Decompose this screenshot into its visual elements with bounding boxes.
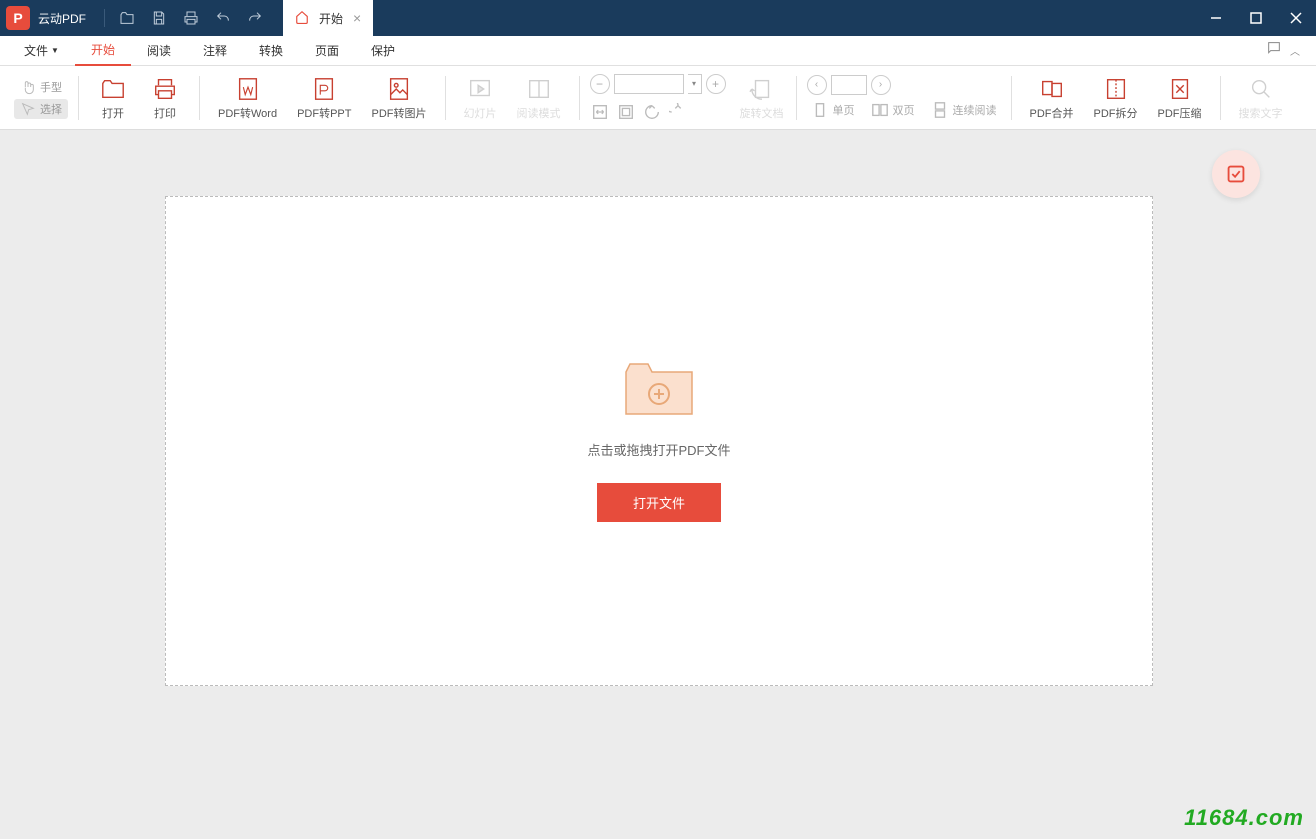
- zoom-input[interactable]: [614, 74, 684, 94]
- feedback-icon[interactable]: [1266, 40, 1282, 61]
- ribbon-toolbar: 手型 选择 打开 打印 PDF转Word PDF转PPT PDF转图片: [0, 66, 1316, 130]
- menu-read[interactable]: 阅读: [131, 36, 187, 66]
- floating-action-button[interactable]: [1212, 150, 1260, 198]
- double-page-button[interactable]: 双页: [867, 99, 919, 121]
- search-text-button: 搜索文字: [1231, 71, 1291, 125]
- select-tool[interactable]: 选择: [14, 99, 68, 119]
- page-navigation: ‹ ›: [807, 75, 891, 95]
- drop-zone-text: 点击或拖拽打开PDF文件: [587, 440, 730, 459]
- rotate-doc-button: 旋转文档: [732, 71, 792, 125]
- print-button[interactable]: 打印: [141, 71, 189, 125]
- single-page-button[interactable]: 单页: [807, 99, 859, 121]
- rotate-icon: [748, 75, 776, 103]
- menu-convert[interactable]: 转换: [243, 36, 299, 66]
- pdf-compress-button[interactable]: PDF压缩: [1150, 71, 1210, 125]
- collapse-ribbon-icon[interactable]: ︿: [1290, 43, 1300, 58]
- drop-zone[interactable]: 点击或拖拽打开PDF文件 打开文件: [165, 196, 1153, 686]
- menu-start[interactable]: 开始: [75, 36, 131, 66]
- tab-close-icon[interactable]: ×: [353, 10, 361, 26]
- app-title: 云动PDF: [38, 10, 86, 27]
- word-icon: [234, 75, 262, 103]
- canvas-area: 点击或拖拽打开PDF文件 打开文件 11684.com: [0, 130, 1316, 839]
- continuous-button[interactable]: 连续阅读: [927, 99, 1001, 121]
- print-icon[interactable]: [175, 0, 207, 36]
- watermark: 11684.com: [1184, 805, 1304, 831]
- fit-page-icon[interactable]: [616, 102, 636, 122]
- prev-page-button[interactable]: ‹: [807, 75, 827, 95]
- title-bar: P 云动PDF 开始 ×: [0, 0, 1316, 36]
- pdf-merge-button[interactable]: PDF合并: [1022, 71, 1082, 125]
- folder-open-icon[interactable]: [111, 0, 143, 36]
- ppt-icon: [310, 75, 338, 103]
- home-icon: [295, 10, 309, 27]
- page-number-input[interactable]: [831, 75, 867, 95]
- pdf-to-image-button[interactable]: PDF转图片: [364, 71, 435, 125]
- menu-protect[interactable]: 保护: [355, 36, 411, 66]
- rotate-right-icon[interactable]: [668, 102, 688, 122]
- hand-tool[interactable]: 手型: [14, 77, 68, 97]
- search-icon: [1247, 75, 1275, 103]
- zoom-out-button[interactable]: −: [590, 74, 610, 94]
- split-icon: [1102, 75, 1130, 103]
- maximize-button[interactable]: [1236, 0, 1276, 36]
- minimize-button[interactable]: [1196, 0, 1236, 36]
- book-icon: [525, 75, 553, 103]
- menu-annotate[interactable]: 注释: [187, 36, 243, 66]
- zoom-controls: − ▾ +: [590, 74, 726, 94]
- merge-icon: [1038, 75, 1066, 103]
- redo-icon[interactable]: [239, 0, 271, 36]
- compress-icon: [1166, 75, 1194, 103]
- document-tab[interactable]: 开始 ×: [283, 0, 373, 36]
- fit-width-icon[interactable]: [590, 102, 610, 122]
- app-logo: P: [6, 6, 30, 30]
- tab-label: 开始: [319, 10, 343, 27]
- folder-icon: [99, 75, 127, 103]
- close-button[interactable]: [1276, 0, 1316, 36]
- zoom-dropdown[interactable]: ▾: [688, 74, 702, 94]
- open-button[interactable]: 打开: [89, 71, 137, 125]
- menu-page[interactable]: 页面: [299, 36, 355, 66]
- open-file-button[interactable]: 打开文件: [597, 483, 721, 522]
- folder-plus-icon: [624, 360, 694, 416]
- slideshow-button: 幻灯片: [456, 71, 505, 125]
- rotate-left-icon[interactable]: [642, 102, 662, 122]
- printer-icon: [151, 75, 179, 103]
- menu-bar: 文件▼ 开始 阅读 注释 转换 页面 保护 ︿: [0, 36, 1316, 66]
- pdf-to-ppt-button[interactable]: PDF转PPT: [289, 71, 359, 125]
- zoom-in-button[interactable]: +: [706, 74, 726, 94]
- play-icon: [466, 75, 494, 103]
- window-controls: [1196, 0, 1316, 36]
- separator: [104, 9, 105, 27]
- pdf-split-button[interactable]: PDF拆分: [1086, 71, 1146, 125]
- pdf-to-word-button[interactable]: PDF转Word: [210, 71, 285, 125]
- menu-file[interactable]: 文件▼: [8, 36, 75, 66]
- next-page-button[interactable]: ›: [871, 75, 891, 95]
- undo-icon[interactable]: [207, 0, 239, 36]
- save-icon[interactable]: [143, 0, 175, 36]
- image-icon: [385, 75, 413, 103]
- reading-mode-button: 阅读模式: [509, 71, 569, 125]
